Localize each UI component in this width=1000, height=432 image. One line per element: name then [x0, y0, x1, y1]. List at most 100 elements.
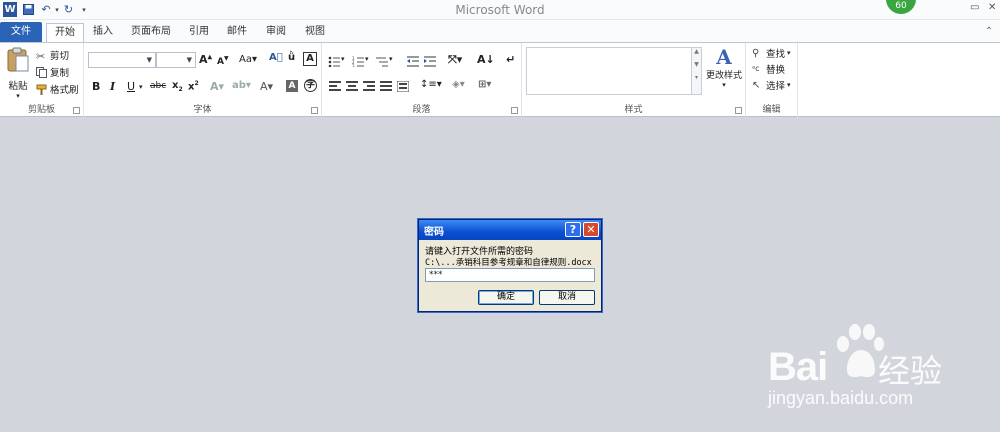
text-effects-icon[interactable]: A▾: [210, 80, 224, 93]
underline-icon[interactable]: U: [127, 80, 135, 93]
paste-button[interactable]: 粘贴 ▾: [6, 47, 30, 100]
sort-icon[interactable]: A↓: [477, 53, 495, 66]
ok-button[interactable]: 确定: [478, 290, 534, 305]
bullets-dropdown-icon[interactable]: ▾: [341, 55, 345, 63]
copy-button[interactable]: 复制: [36, 65, 69, 79]
chevron-down-icon: ▼: [186, 56, 192, 64]
select-dropdown-icon: ▾: [787, 81, 791, 89]
align-left-icon[interactable]: [329, 81, 341, 92]
format-painter-icon: [36, 84, 47, 95]
tab-mailings[interactable]: 邮件: [220, 23, 254, 42]
decrease-indent-icon[interactable]: [407, 56, 419, 67]
watermark-url: jingyan.baidu.com: [768, 388, 914, 408]
tab-view[interactable]: 视图: [298, 23, 332, 42]
tab-home[interactable]: 开始: [46, 23, 84, 42]
increase-indent-icon[interactable]: [424, 56, 436, 67]
tab-page-layout[interactable]: 页面布局: [124, 23, 178, 42]
align-right-icon[interactable]: [363, 81, 375, 92]
close-icon[interactable]: ✕: [583, 222, 599, 237]
tab-insert[interactable]: 插入: [86, 23, 120, 42]
cancel-button[interactable]: 取消: [539, 290, 595, 305]
justify-icon[interactable]: [380, 81, 392, 92]
clipboard-group-label: 剪贴板: [27, 105, 55, 115]
distributed-icon[interactable]: [397, 81, 409, 92]
format-painter-button[interactable]: 格式刷: [36, 82, 79, 96]
minimize-icon[interactable]: ▭: [970, 2, 979, 13]
scissors-icon: ✂: [36, 49, 46, 63]
window-title: Microsoft Word: [455, 3, 545, 17]
shading-icon[interactable]: ◈▾: [452, 79, 465, 90]
highlight-icon[interactable]: ab▾: [232, 80, 251, 91]
bullets-icon[interactable]: [328, 56, 340, 67]
scroll-down-icon[interactable]: ▼: [692, 61, 701, 68]
tab-file[interactable]: 文件: [0, 22, 42, 42]
gallery-more-icon[interactable]: ▾: [692, 74, 701, 81]
multilevel-list-icon[interactable]: [376, 56, 388, 67]
change-styles-button[interactable]: A 更改样式 ▾: [704, 46, 744, 96]
font-launcher-icon[interactable]: [311, 107, 318, 114]
numbering-dropdown-icon[interactable]: ▾: [365, 55, 369, 63]
enclose-characters-icon[interactable]: 字: [304, 79, 317, 92]
watermark-brand-cn: 经验: [878, 352, 943, 390]
cut-label: 剪切: [50, 51, 70, 62]
change-styles-icon: A: [716, 45, 732, 69]
align-center-icon[interactable]: [346, 81, 358, 92]
bold-icon[interactable]: B: [92, 80, 100, 93]
chinese-layout-icon[interactable]: ⤧▾: [448, 53, 462, 67]
font-size-combo[interactable]: ▼: [156, 52, 196, 68]
styles-group-label: 样式: [624, 105, 643, 115]
character-border-icon[interactable]: A: [303, 52, 317, 66]
svg-text:3: 3: [352, 64, 355, 67]
collapse-ribbon-icon[interactable]: ⌃: [982, 23, 996, 42]
ribbon-tabs: 文件 开始 插入 页面布局 引用 邮件 审阅 视图 ⌃: [0, 20, 1000, 42]
grow-font-icon[interactable]: A▲: [199, 53, 212, 66]
paste-label: 粘贴: [8, 81, 28, 92]
numbering-icon[interactable]: 123: [352, 56, 364, 67]
close-window-icon[interactable]: ✕: [988, 2, 996, 13]
ribbon: 粘贴 ▾ ✂ 剪切 复制 格式刷 剪贴板 ▼ ▼ A▲ A▼ Aa▾ A⃠ ǜ …: [0, 42, 1000, 117]
paragraph-group-label: 段落: [412, 105, 431, 115]
clipboard-launcher-icon[interactable]: [73, 107, 80, 114]
styles-gallery-scrollbar[interactable]: ▲ ▼ ▾: [691, 48, 701, 94]
help-icon[interactable]: ?: [565, 222, 581, 237]
strikethrough-icon[interactable]: abc: [150, 81, 166, 91]
underline-dropdown-icon[interactable]: ▾: [139, 83, 143, 91]
styles-gallery[interactable]: ▲ ▼ ▾: [526, 47, 702, 95]
change-case-icon[interactable]: Aa▾: [239, 54, 257, 65]
replace-label: 替换: [766, 65, 786, 76]
dialog-title-bar[interactable]: 密码 ? ✕: [419, 220, 601, 240]
tab-review[interactable]: 审阅: [258, 23, 294, 42]
font-name-combo[interactable]: ▼: [88, 52, 156, 68]
find-label: 查找: [766, 49, 786, 60]
select-button[interactable]: ↖ 选择 ▾: [752, 78, 791, 93]
superscript-icon[interactable]: x2: [188, 80, 199, 92]
scroll-up-icon[interactable]: ▲: [692, 48, 701, 55]
replace-button[interactable]: ᵃc 替换: [752, 62, 786, 77]
password-input[interactable]: ***: [425, 268, 595, 282]
change-styles-label: 更改样式: [705, 71, 742, 81]
font-group-label: 字体: [193, 105, 212, 115]
subscript-icon[interactable]: x2: [172, 80, 183, 93]
multilevel-dropdown-icon[interactable]: ▾: [389, 55, 393, 63]
character-shading-icon[interactable]: A: [286, 80, 298, 92]
find-dropdown-icon: ▾: [787, 49, 791, 57]
clipboard-group: 粘贴 ▾ ✂ 剪切 复制 格式刷 剪贴板: [0, 43, 84, 117]
tab-references[interactable]: 引用: [182, 23, 216, 42]
select-label: 选择: [766, 81, 786, 92]
password-dialog: 密码 ? ✕ 请键入打开文件所需的密码 C:\...承销科目参考规章和自律规则.…: [418, 219, 602, 312]
phonetic-guide-icon[interactable]: ǜ: [288, 52, 295, 63]
find-button[interactable]: ⚲ 查找 ▾: [752, 46, 791, 61]
styles-launcher-icon[interactable]: [735, 107, 742, 114]
show-marks-icon[interactable]: ↵: [506, 53, 515, 66]
line-spacing-icon[interactable]: ↕≡▾: [420, 79, 442, 90]
paragraph-launcher-icon[interactable]: [511, 107, 518, 114]
cut-button[interactable]: ✂ 剪切: [36, 48, 70, 63]
clear-formatting-icon[interactable]: A⃠: [269, 52, 283, 63]
shrink-font-icon[interactable]: A▼: [217, 55, 229, 67]
format-painter-label: 格式刷: [50, 85, 79, 96]
font-color-icon[interactable]: A▾: [260, 80, 273, 93]
paste-dropdown-icon[interactable]: ▾: [6, 92, 30, 100]
borders-icon[interactable]: ⊞▾: [478, 79, 491, 90]
italic-icon[interactable]: I: [110, 80, 115, 93]
file-path: C:\...承销科目参考规章和自律规则.docx: [425, 258, 592, 268]
